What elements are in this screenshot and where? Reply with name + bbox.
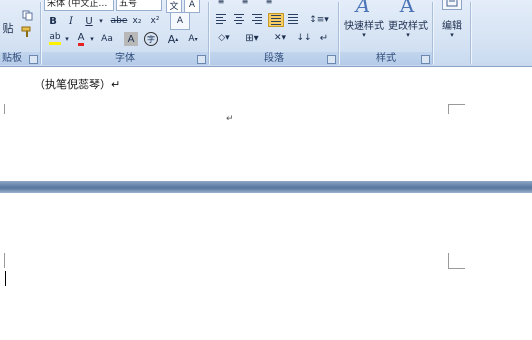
line-spacing-icon[interactable]: ↕≡▾ — [308, 13, 330, 27]
font-size-combo[interactable]: 五号 — [116, 0, 162, 11]
sort-icon[interactable]: ↓↓ — [296, 31, 312, 45]
paragraph-dialog-launcher[interactable] — [327, 55, 336, 64]
format-painter-icon[interactable] — [20, 25, 34, 39]
styles-dialog-launcher[interactable] — [421, 55, 430, 64]
chinese-layout-icon[interactable]: ✕▾ — [270, 31, 290, 45]
quick-styles-button[interactable]: 快速样式 — [342, 18, 386, 32]
styles-group: A A 快速样式 更改样式 ▾ ▾ 样式 — [340, 0, 432, 66]
strikethrough-button[interactable]: abe — [110, 14, 128, 28]
subscript-button[interactable]: x₂ — [130, 14, 144, 28]
shading-icon[interactable]: ◇▾ — [214, 31, 234, 45]
document-page-1[interactable]: （执笔倪蕊琴）↵ ↵ — [0, 67, 532, 181]
font-color-dropdown-icon[interactable]: ▾ — [89, 32, 95, 46]
numbering-icon[interactable]: ≡ — [238, 0, 252, 8]
multilevel-list-icon[interactable]: ≡ — [262, 0, 276, 8]
find-icon[interactable] — [442, 0, 462, 10]
clipboard-group: 贴 贴板 — [0, 0, 40, 66]
underline-dropdown-icon[interactable]: ▾ — [98, 14, 104, 28]
change-styles-dropdown-icon[interactable]: ▾ — [404, 31, 412, 39]
editing-dropdown-icon[interactable]: ▾ — [448, 31, 456, 39]
change-case-button[interactable]: Aa — [98, 32, 116, 46]
highlight-dropdown-icon[interactable]: ▾ — [64, 32, 70, 46]
font-color-button[interactable]: A — [74, 32, 88, 46]
change-styles-icon[interactable]: A — [396, 0, 418, 17]
shrink-font-button[interactable]: A ▾ — [186, 32, 200, 46]
text-cursor — [5, 271, 6, 286]
underline-button[interactable]: U — [82, 14, 96, 28]
justify-icon[interactable] — [268, 13, 284, 27]
clipboard-dialog-launcher[interactable] — [29, 55, 38, 64]
paste-label: 贴 — [2, 22, 14, 35]
ribbon: 贴 贴板 宋体 (中文正… 五号 文 A B I U ▾ abe x₂ x² A — [0, 0, 532, 67]
align-left-icon[interactable] — [214, 13, 228, 25]
align-right-icon[interactable] — [250, 13, 264, 25]
show-marks-icon[interactable]: ↵ — [316, 31, 332, 45]
clear-formatting-button[interactable]: A — [170, 12, 190, 30]
change-styles-button[interactable]: 更改样式 — [386, 18, 430, 32]
copy-icon[interactable] — [20, 8, 34, 22]
italic-button[interactable]: I — [64, 14, 78, 28]
paragraph-mark: ↵ — [226, 114, 234, 124]
align-center-icon[interactable] — [232, 13, 246, 25]
font-dialog-launcher[interactable] — [197, 55, 206, 64]
paragraph-group-label: 段落 — [210, 52, 338, 65]
quick-styles-icon[interactable]: A — [352, 0, 374, 17]
document-page-2[interactable] — [0, 193, 532, 340]
borders-icon[interactable]: ⊞▾ — [240, 31, 264, 45]
editing-group: 编辑 ▾ — [434, 0, 470, 66]
enclose-characters-button[interactable]: 字 — [144, 32, 158, 46]
paragraph-group: ≡ ≡ ≡ ↕≡▾ ◇▾ ⊞▾ ✕▾ ↓↓ ↵ 段落 — [210, 0, 338, 66]
quick-styles-dropdown-icon[interactable]: ▾ — [360, 31, 368, 39]
grow-font-button[interactable]: A ▴ — [166, 32, 180, 46]
styles-group-label: 样式 — [340, 52, 432, 65]
font-group: 宋体 (中文正… 五号 文 A B I U ▾ abe x₂ x² A ab ▾… — [42, 0, 208, 66]
bold-button[interactable]: B — [46, 14, 60, 28]
text-highlight-button[interactable]: ab — [46, 32, 64, 46]
page-gap — [0, 181, 532, 193]
group-separator — [470, 2, 472, 64]
paste-button[interactable]: 贴 — [0, 16, 16, 40]
character-shading-button[interactable]: A — [124, 32, 138, 46]
font-name-combo[interactable]: 宋体 (中文正… — [44, 0, 114, 11]
editing-button[interactable]: 编辑 — [436, 18, 468, 32]
superscript-button[interactable]: x² — [148, 14, 162, 28]
font-group-label: 字体 — [42, 52, 208, 65]
distributed-icon[interactable] — [286, 13, 300, 25]
document-text-line: （执笔倪蕊琴）↵ — [34, 78, 121, 91]
bullets-icon[interactable]: ≡ — [214, 0, 228, 8]
